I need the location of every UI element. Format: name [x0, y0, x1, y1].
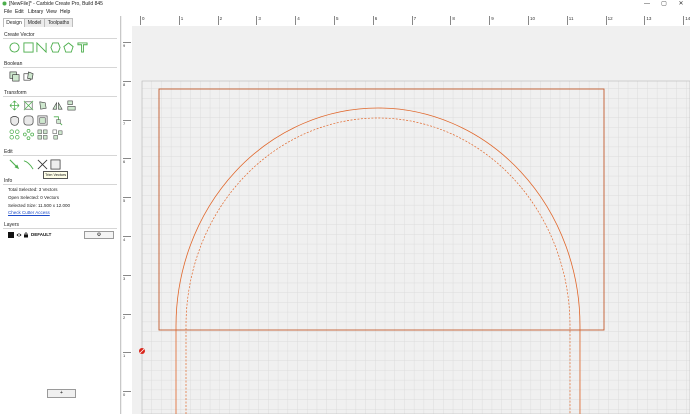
- rounded-rect-icon[interactable]: [23, 115, 34, 126]
- ruler-tick-label: 8: [450, 16, 455, 25]
- tab-toolpaths[interactable]: Toolpaths: [44, 18, 73, 27]
- tab-design[interactable]: Design: [3, 18, 25, 27]
- ruler-tick-label: 4: [123, 236, 131, 242]
- mirror-icon[interactable]: [52, 100, 63, 111]
- ruler-tick-label: 2: [123, 313, 131, 320]
- offset-icon[interactable]: [9, 115, 20, 126]
- section-divider: [3, 184, 117, 185]
- lock-icon[interactable]: [23, 232, 29, 238]
- info-selected-size: Selected Size: 11.500 x 12.000: [8, 203, 70, 208]
- stock-border: [141, 80, 690, 414]
- design-canvas[interactable]: [132, 26, 690, 414]
- tooltip-trim-vectors: Trim Vectors: [43, 171, 69, 179]
- pen-icon[interactable]: [23, 159, 34, 170]
- path-icon[interactable]: [52, 115, 63, 126]
- ruler-tick-label: 3: [123, 274, 131, 281]
- pentagon-icon[interactable]: [63, 42, 74, 53]
- add-layer-button[interactable]: +: [47, 389, 76, 398]
- minimize-icon[interactable]: —: [640, 0, 654, 8]
- ruler-tick-label: 7: [123, 119, 131, 126]
- section-divider: [3, 38, 117, 39]
- close-icon[interactable]: ✕: [674, 0, 688, 8]
- info-total-selected: Total Selected: 3 Vectors: [8, 187, 58, 192]
- menu-edit[interactable]: Edit: [15, 9, 24, 15]
- ruler-tick-label: 7: [411, 16, 416, 25]
- scale-icon[interactable]: [23, 100, 34, 111]
- menu-file[interactable]: File: [4, 9, 12, 15]
- ruler-tick-label: 0: [123, 391, 131, 397]
- title-bar: [0, 0, 690, 8]
- origin-marker: [139, 348, 145, 354]
- menu-bar: [0, 8, 690, 16]
- align-icon[interactable]: [66, 100, 77, 111]
- grid-lines: [141, 81, 690, 414]
- ruler-tick-label: 9: [489, 16, 494, 25]
- eye-icon[interactable]: [16, 232, 22, 238]
- ruler-tick-label: 5: [334, 16, 339, 25]
- ruler-tick-label: 13: [644, 16, 651, 25]
- window-title: [NewFile]* - Carbide Create Pro, Build 8…: [9, 1, 103, 7]
- ruler-tick-label: 1: [178, 16, 183, 25]
- move-icon[interactable]: [9, 100, 20, 111]
- group-icon[interactable]: [37, 129, 48, 140]
- array-icon[interactable]: [9, 129, 20, 140]
- rectangle-icon[interactable]: [23, 42, 34, 53]
- section-divider: [3, 228, 117, 229]
- ruler-tick-label: 2: [217, 16, 222, 25]
- menu-library[interactable]: Library: [28, 9, 43, 15]
- union-icon[interactable]: [9, 71, 20, 82]
- tab-model[interactable]: Model: [24, 18, 45, 27]
- gear-icon[interactable]: ⚙: [84, 231, 114, 239]
- section-divider: [3, 155, 117, 156]
- trim-icon[interactable]: [37, 159, 48, 170]
- node-edit-icon[interactable]: [9, 159, 20, 170]
- maximize-icon[interactable]: ▢: [657, 0, 671, 8]
- ruler-tick-label: 14: [683, 16, 690, 25]
- ungroup-icon[interactable]: [52, 129, 63, 140]
- ruler-tick-label: 12: [605, 16, 613, 25]
- offset-arch-vector[interactable]: [185, 117, 571, 414]
- ruler-tick-label: 0: [140, 16, 145, 25]
- check-cutter-access-link[interactable]: Check Cutter Access: [8, 210, 50, 215]
- rotate-icon[interactable]: [37, 100, 48, 111]
- rectangle-vector[interactable]: [158, 88, 605, 331]
- layer-name: DEFAULT: [31, 232, 52, 237]
- canvas-scene: [139, 80, 690, 414]
- polyline-icon[interactable]: [36, 42, 47, 53]
- ruler-tick-label: 9: [123, 42, 131, 48]
- left-ruler: 9 8 7 6 5 4 3 2 1 0: [122, 26, 132, 414]
- ruler-tick-label: 5: [123, 197, 131, 203]
- ruler-tick-label: 6: [123, 158, 131, 164]
- ruler-tick-label: 1: [123, 352, 131, 358]
- info-open-selected: Open Selected: 0 Vectors: [8, 195, 60, 200]
- fillet-icon[interactable]: [37, 115, 48, 126]
- ruler-tick-label: 8: [123, 80, 131, 87]
- circle-icon[interactable]: [9, 42, 20, 53]
- ruler-tick-label: 11: [566, 16, 573, 25]
- menu-view[interactable]: View: [46, 9, 57, 15]
- ruler-tick-label: 4: [295, 16, 300, 25]
- distribute-icon[interactable]: [23, 129, 34, 140]
- ruler-tick-label: 3: [256, 16, 261, 25]
- outer-arch-vector[interactable]: [175, 107, 581, 414]
- ruler-tick-label: 10: [528, 16, 535, 25]
- section-divider: [3, 67, 117, 68]
- join-icon[interactable]: [50, 159, 61, 170]
- ruler-tick-label: 6: [372, 16, 377, 25]
- top-ruler: 0 1 2 3 4 5 6 7 8 9 10 11 12 13 14: [122, 16, 690, 26]
- subtract-icon[interactable]: [23, 71, 34, 82]
- polygon-icon[interactable]: [50, 42, 61, 53]
- text-icon[interactable]: [77, 42, 88, 53]
- section-divider: [3, 96, 117, 97]
- menu-help[interactable]: Help: [60, 9, 70, 15]
- layer-color-swatch[interactable]: [8, 232, 14, 238]
- app-logo-icon: [2, 1, 7, 6]
